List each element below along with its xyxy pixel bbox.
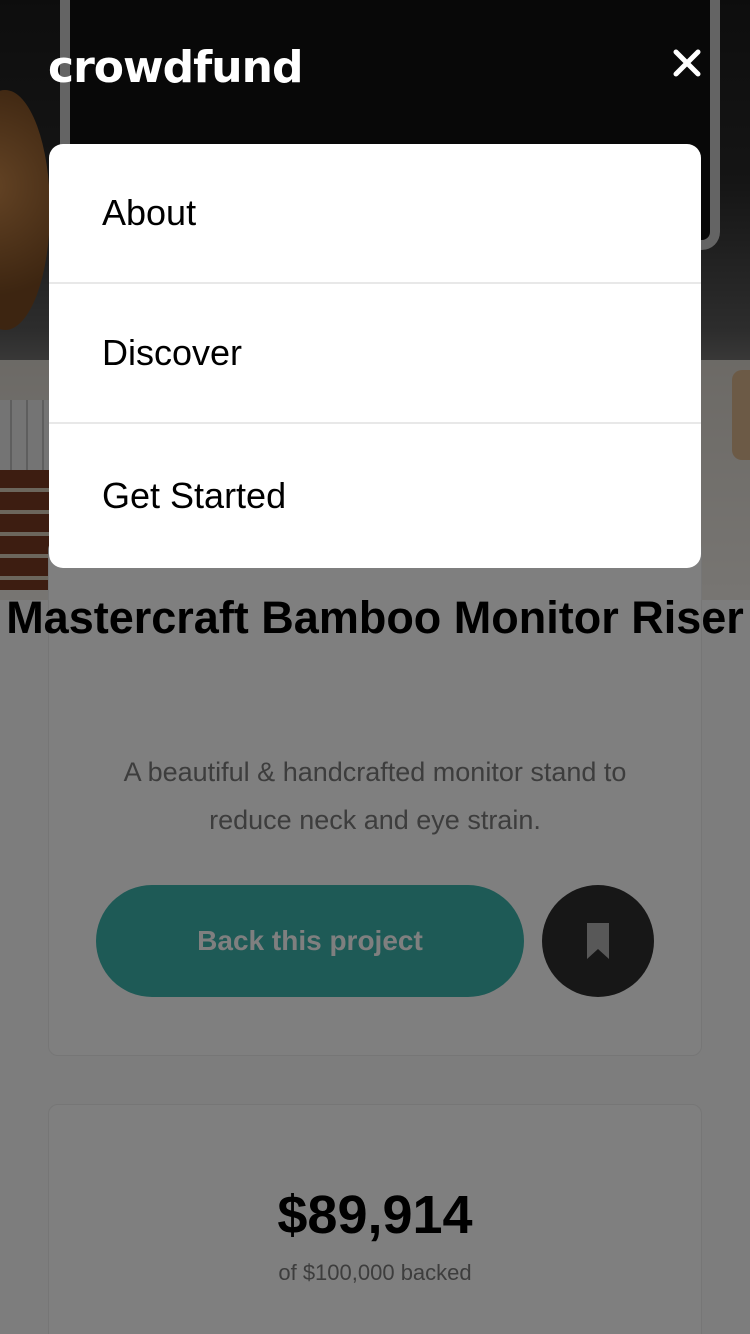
close-menu-button[interactable] bbox=[662, 38, 712, 88]
menu-item-discover[interactable]: Discover bbox=[49, 284, 701, 424]
logo[interactable]: crowdfund bbox=[48, 42, 303, 93]
menu-item-about[interactable]: About bbox=[49, 144, 701, 284]
close-icon bbox=[673, 49, 701, 77]
mobile-menu: About Discover Get Started bbox=[49, 144, 701, 568]
menu-item-get-started[interactable]: Get Started bbox=[49, 424, 701, 568]
